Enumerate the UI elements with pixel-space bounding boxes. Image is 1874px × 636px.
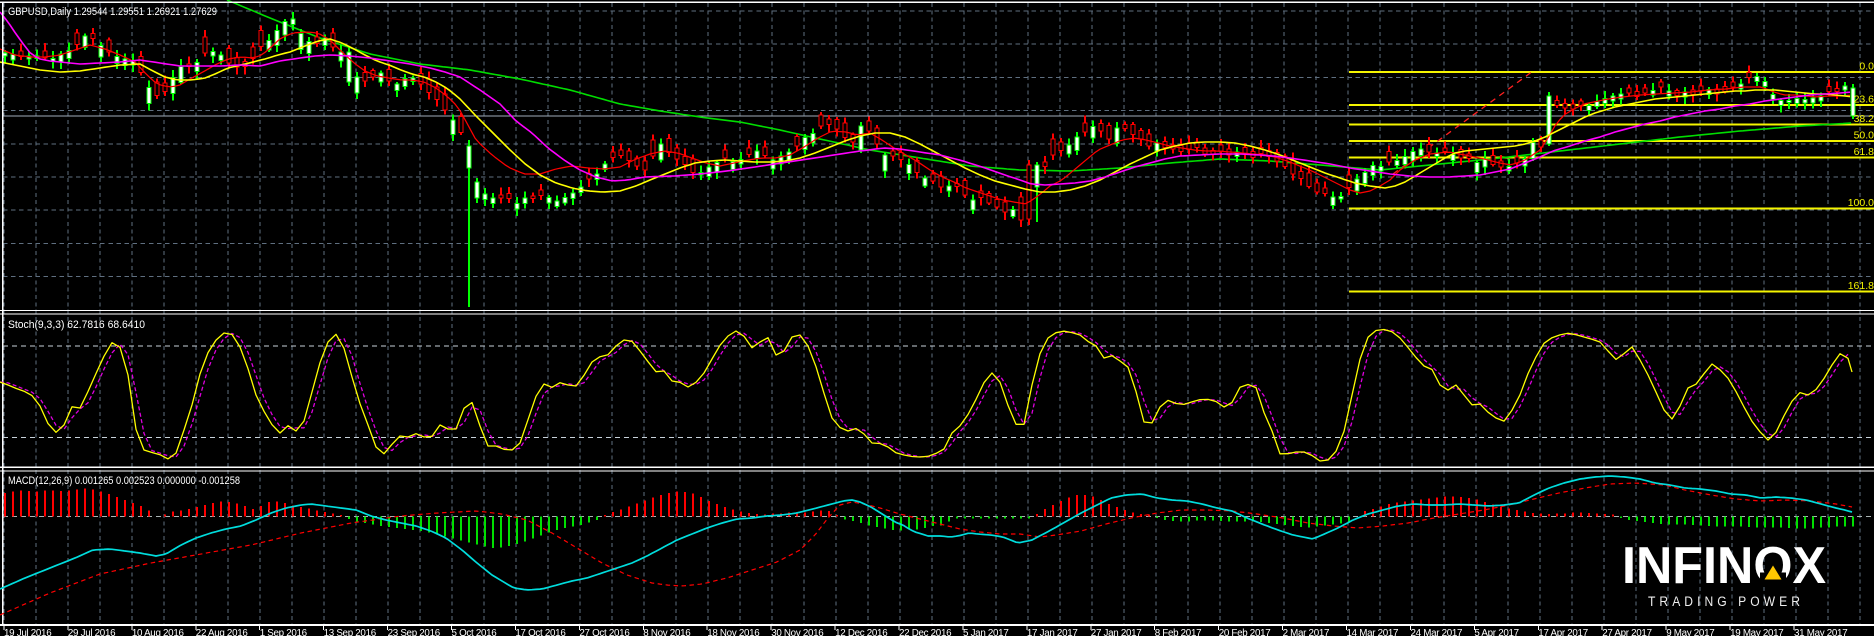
svg-text:TRADING POWER: TRADING POWER <box>1648 594 1804 609</box>
svg-text:12 Dec 2016: 12 Dec 2016 <box>835 628 888 636</box>
svg-text:31 May 2017: 31 May 2017 <box>1794 628 1847 636</box>
svg-text:0.0: 0.0 <box>1859 61 1874 73</box>
svg-text:30 Nov 2016: 30 Nov 2016 <box>771 628 824 636</box>
svg-text:27 Apr 2017: 27 Apr 2017 <box>1602 628 1652 636</box>
svg-text:8 Nov 2016: 8 Nov 2016 <box>643 628 691 636</box>
svg-text:5 Oct 2016: 5 Oct 2016 <box>452 628 498 636</box>
svg-text:50.0: 50.0 <box>1854 130 1874 142</box>
svg-text:20 Feb 2017: 20 Feb 2017 <box>1219 628 1271 636</box>
svg-text:5 Apr 2017: 5 Apr 2017 <box>1474 628 1518 636</box>
svg-text:9 May 2017: 9 May 2017 <box>1666 628 1714 636</box>
svg-text:Stoch(9,3,3) 62.7816 68.6410: Stoch(9,3,3) 62.7816 68.6410 <box>8 319 145 331</box>
svg-text:27 Jan 2017: 27 Jan 2017 <box>1091 628 1142 636</box>
svg-text:19 May 2017: 19 May 2017 <box>1730 628 1783 636</box>
svg-text:GBPUSD,Daily 1.29544 1.29551: GBPUSD,Daily 1.29544 1.29551 1.26921 1.2… <box>8 6 217 18</box>
svg-text:18 Nov 2016: 18 Nov 2016 <box>707 628 760 636</box>
svg-text:61.8: 61.8 <box>1854 146 1874 158</box>
svg-text:23.6: 23.6 <box>1854 94 1874 106</box>
svg-text:23 Sep 2016: 23 Sep 2016 <box>388 628 441 636</box>
svg-text:161.8: 161.8 <box>1848 280 1874 292</box>
svg-text:1 Sep 2016: 1 Sep 2016 <box>260 628 308 636</box>
svg-text:10 Aug 2016: 10 Aug 2016 <box>132 628 185 636</box>
svg-text:22 Dec 2016: 22 Dec 2016 <box>899 628 952 636</box>
svg-text:38.2: 38.2 <box>1854 113 1874 125</box>
svg-text:100.0: 100.0 <box>1848 197 1874 209</box>
svg-text:5 Jan 2017: 5 Jan 2017 <box>963 628 1008 636</box>
svg-text:17 Jan 2017: 17 Jan 2017 <box>1027 628 1078 636</box>
svg-text:24 Mar 2017: 24 Mar 2017 <box>1411 628 1463 636</box>
svg-text:13 Sep 2016: 13 Sep 2016 <box>324 628 377 636</box>
svg-text:27 Oct 2016: 27 Oct 2016 <box>579 628 630 636</box>
svg-text:8 Feb 2017: 8 Feb 2017 <box>1155 628 1202 636</box>
svg-text:2 Mar 2017: 2 Mar 2017 <box>1283 628 1330 636</box>
svg-text:22 Aug 2016: 22 Aug 2016 <box>196 628 249 636</box>
svg-text:INFINOX: INFINOX <box>1622 537 1826 595</box>
svg-text:14 Mar 2017: 14 Mar 2017 <box>1347 628 1399 636</box>
svg-text:29 Jul 2016: 29 Jul 2016 <box>68 628 116 636</box>
svg-text:17 Apr 2017: 17 Apr 2017 <box>1538 628 1588 636</box>
svg-text:MACD(12,26,9) 0.001265 0.00252: MACD(12,26,9) 0.001265 0.002523 0.000000… <box>8 475 240 487</box>
svg-text:19 Jul 2016: 19 Jul 2016 <box>4 628 52 636</box>
svg-text:17 Oct 2016: 17 Oct 2016 <box>515 628 566 636</box>
